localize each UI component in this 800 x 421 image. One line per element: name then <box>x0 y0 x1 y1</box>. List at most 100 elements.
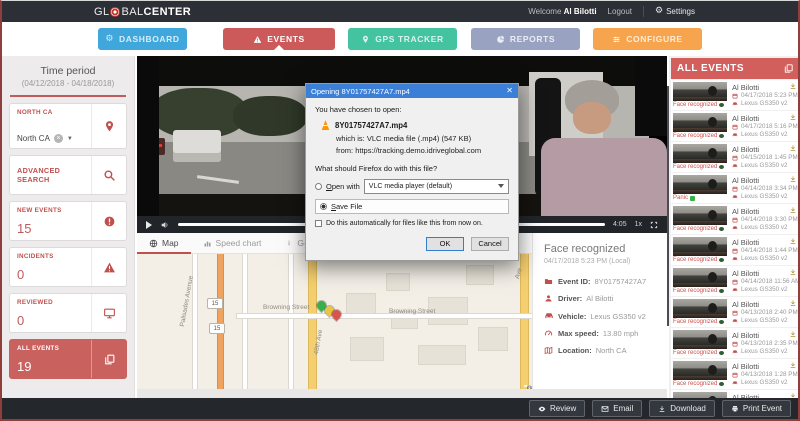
open-with-radio[interactable] <box>315 183 322 190</box>
remember-checkbox[interactable] <box>315 220 322 227</box>
file-source-row: from: https://tracking.demo.idriveglobal… <box>336 146 509 155</box>
counter-incidents[interactable]: INCIDENTS 0 <box>9 247 127 287</box>
playback-rate[interactable]: 1x <box>635 221 642 228</box>
fullscreen-button[interactable] <box>650 221 658 229</box>
event-date-row: 04/13/2018 1:28 PM <box>732 371 798 378</box>
counter-all-events[interactable]: ALL EVENTS 19 <box>9 339 127 379</box>
remember-label: Do this automatically for files like thi… <box>326 220 483 227</box>
event-thumbnail[interactable] <box>673 175 727 194</box>
time-display: 4:05 <box>613 221 627 228</box>
counter-reviewed[interactable]: REVIEWED 0 <box>9 293 127 333</box>
map-building <box>351 338 383 360</box>
scene-pillar <box>137 56 159 216</box>
divider <box>10 95 126 97</box>
event-card[interactable]: Panic Al Bilotti 04/14/2018 3:34 PM Lexu… <box>671 173 800 203</box>
event-thumbnail[interactable] <box>673 237 727 256</box>
event-card[interactable]: Face recognized Al Bilotti 04/14/2018 1:… <box>671 235 800 265</box>
logout-link[interactable]: Logout <box>608 7 632 16</box>
counter-new-events[interactable]: NEW EVENTS 15 <box>9 201 127 241</box>
volume-icon[interactable] <box>160 220 170 230</box>
ok-button[interactable]: OK <box>426 237 464 251</box>
save-file-radio[interactable] <box>320 203 327 210</box>
monitor-icon <box>91 294 126 332</box>
event-card[interactable]: Face recognized Al Bilotti 04/13/2018 2:… <box>671 297 800 327</box>
map-view[interactable]: Palisades Avenue 48th Ave Ave Browning S… <box>137 254 532 389</box>
save-file-option[interactable]: Save File <box>315 199 509 214</box>
tab-configure[interactable]: CONFIGURE <box>593 28 702 50</box>
car-icon <box>732 163 738 169</box>
warning-triangle-icon <box>91 248 126 286</box>
tab-speed-chart[interactable]: Speed chart <box>191 233 274 253</box>
download-button[interactable]: Download <box>649 400 715 417</box>
event-tag: Face recognized <box>673 350 724 356</box>
active-tab-notch <box>274 45 284 50</box>
download-icon[interactable] <box>789 113 797 121</box>
eye-icon <box>719 351 724 355</box>
brand-logo[interactable]: GLBALCENTER <box>94 1 191 22</box>
search-icon[interactable] <box>91 156 126 194</box>
event-card[interactable]: Face recognized Al Bilotti 04/14/2018 11… <box>671 266 800 296</box>
download-icon[interactable] <box>789 206 797 214</box>
event-tag: Face recognized <box>673 288 724 294</box>
sliders-icon <box>612 35 621 44</box>
event-thumbnail[interactable] <box>673 113 727 132</box>
event-card[interactable]: Face recognized Al Bilotti 04/17/2018 5:… <box>671 111 800 141</box>
event-thumbnail[interactable] <box>673 206 727 225</box>
cancel-button[interactable]: Cancel <box>471 237 509 251</box>
event-thumbnail[interactable] <box>673 330 727 349</box>
event-thumbnail[interactable] <box>673 299 727 318</box>
download-icon[interactable] <box>789 175 797 183</box>
tab-events[interactable]: EVENTS <box>223 28 335 50</box>
event-driver-name: Al Bilotti <box>732 83 759 92</box>
car-icon <box>732 256 738 262</box>
download-icon[interactable] <box>789 330 797 338</box>
download-icon[interactable] <box>789 268 797 276</box>
tab-dashboard[interactable]: ⚙DASHBOARD <box>98 28 187 50</box>
event-thumbnail[interactable] <box>673 144 727 163</box>
event-thumbnail[interactable] <box>673 82 727 101</box>
download-icon[interactable] <box>789 237 797 245</box>
download-icon[interactable] <box>789 144 797 152</box>
event-card[interactable]: Face recognized Al Bilotti 04/14/2018 3:… <box>671 204 800 234</box>
target-icon <box>110 7 120 17</box>
event-date-row: 04/17/2018 5:23 PM <box>732 92 798 99</box>
event-thumbnail[interactable] <box>673 361 727 380</box>
settings-link[interactable]: ⚙Settings <box>655 7 695 16</box>
email-button[interactable]: Email <box>592 400 642 417</box>
review-button[interactable]: Review <box>529 400 585 417</box>
event-card[interactable]: Face recognized Al Bilotti 04/15/2018 1:… <box>671 142 800 172</box>
eye-icon <box>719 103 724 107</box>
event-card[interactable]: Face recognized Al Bilotti 04/13/2018 1:… <box>671 359 800 389</box>
car-icon <box>732 318 738 324</box>
street-label: Browning Street <box>389 308 435 315</box>
download-icon[interactable] <box>789 361 797 369</box>
event-card[interactable]: Face recognized Al Bilotti 04/13/2018 2:… <box>671 328 800 358</box>
tab-reports[interactable]: REPORTS <box>471 28 580 50</box>
map-pin-icon[interactable] <box>91 104 126 148</box>
download-icon[interactable] <box>789 299 797 307</box>
region-select[interactable]: North CA × ▼ <box>17 134 84 143</box>
map-building <box>467 266 493 284</box>
clear-icon[interactable]: × <box>54 134 63 143</box>
tab-map[interactable]: Map <box>137 233 191 253</box>
scene-interior <box>635 56 667 136</box>
advanced-search-button[interactable]: ADVANCED SEARCH <box>9 155 127 195</box>
event-card[interactable]: Face recognized Al Bilotti 04/17/2018 5:… <box>671 80 800 110</box>
route-shield: 15 <box>209 323 225 334</box>
dialog-title-bar[interactable]: Opening 8Y01757427A7.mp4 ✕ <box>306 84 518 98</box>
event-vehicle-row: Lexus GS350 v2 <box>732 255 788 262</box>
tab-gps-tracker[interactable]: GPS TRACKER <box>348 28 457 50</box>
download-icon[interactable] <box>789 82 797 90</box>
scrollbar[interactable] <box>667 86 669 326</box>
event-id-row: Event ID:8Y01757427A7 <box>544 277 656 286</box>
play-button[interactable] <box>146 221 152 229</box>
print-event-button[interactable]: Print Event <box>722 400 791 417</box>
map-building <box>479 328 507 350</box>
open-with-select[interactable]: VLC media player (default) <box>364 179 509 194</box>
copy-icon[interactable] <box>783 63 794 74</box>
event-driver-name: Al Bilotti <box>732 145 759 154</box>
route-shield: 15 <box>207 298 223 309</box>
close-icon[interactable]: ✕ <box>506 87 513 95</box>
region-value: North CA <box>17 134 50 143</box>
event-thumbnail[interactable] <box>673 268 727 287</box>
